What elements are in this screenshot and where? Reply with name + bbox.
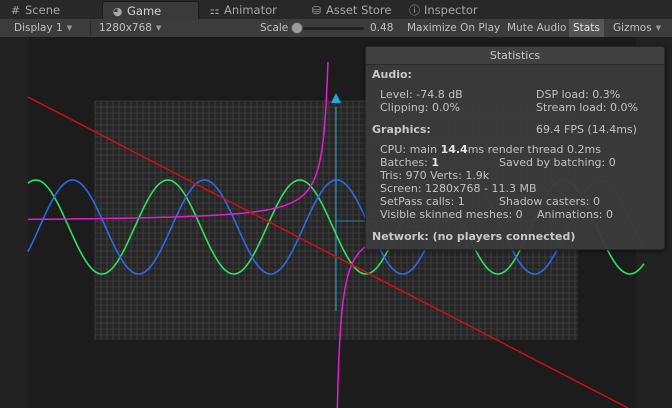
stats-button[interactable]: Stats — [569, 19, 604, 37]
batches-prefix: Batches: — [380, 156, 432, 169]
cpu-suffix: ms render thread 0.2ms — [467, 143, 601, 156]
audio-level: Level: -74.8 dB — [380, 88, 463, 101]
tab-animator[interactable]: ⚏ Animator — [208, 2, 277, 19]
tab-scene[interactable]: # Scene — [9, 2, 60, 19]
asset-store-icon: ⛁ — [311, 4, 322, 17]
cpu-prefix: CPU: main — [380, 143, 441, 156]
graphics-heading: Graphics: — [372, 123, 431, 136]
tab-asset-store[interactable]: ⛁ Asset Store — [310, 2, 392, 19]
gizmos-dropdown[interactable]: Gizmos ▼ — [609, 19, 665, 37]
y-axis-arrowhead — [331, 93, 341, 103]
gizmos-label: Gizmos — [613, 22, 652, 34]
chevron-down-icon: ▼ — [655, 24, 662, 32]
saved-by-batching: Saved by batching: 0 — [499, 156, 616, 169]
tab-inspector[interactable]: ⓘ Inspector — [408, 2, 478, 19]
resolution-label: 1280x768 — [99, 22, 152, 34]
game-toolbar: Display 1 ▼ 1280x768 ▼ Scale 0.48 Maximize… — [0, 19, 672, 38]
audio-clipping: Clipping: 0.0% — [380, 101, 460, 114]
display-label: Display 1 — [14, 22, 63, 34]
visible-skinned-meshes: Visible skinned meshes: 0 — [380, 208, 523, 221]
tris-verts: Tris: 970 Verts: 1.9k — [380, 169, 490, 182]
scale-slider-handle[interactable] — [291, 22, 303, 34]
scale-value: 0.48 — [370, 22, 394, 34]
divider — [90, 21, 91, 35]
tab-label: Animator — [224, 3, 277, 17]
maximize-on-play-button[interactable]: Maximize On Play — [403, 19, 504, 37]
dsp-load: DSP load: 0.3% — [536, 88, 621, 101]
tab-label: Scene — [25, 3, 61, 17]
fps-readout: 69.4 FPS (14.4ms) — [536, 123, 637, 136]
scale-label: Scale — [260, 22, 289, 34]
audio-heading: Audio: — [372, 68, 412, 81]
scene-icon: # — [10, 4, 21, 17]
batches: Batches: 1 — [380, 156, 439, 169]
tab-game[interactable]: ◕ Game — [102, 1, 199, 20]
screen-info: Screen: 1280x768 - 11.3 MB — [380, 182, 537, 195]
cpu-main-value: 14.4 — [440, 143, 468, 156]
statistics-panel: Statistics Audio: Level: -74.8 dB DSP lo… — [365, 46, 665, 250]
tab-label: Inspector — [424, 3, 478, 17]
shadow-casters: Shadow casters: 0 — [499, 195, 600, 208]
batches-value: 1 — [431, 156, 439, 169]
tab-bar: # Scene ◕ Game ⚏ Animator ⛁ Asset Store ⓘ Ins… — [0, 0, 672, 20]
chevron-down-icon: ▼ — [66, 24, 73, 32]
display-dropdown[interactable]: Display 1 ▼ — [14, 19, 72, 37]
chevron-down-icon: ▼ — [155, 24, 162, 32]
tab-label: Asset Store — [326, 3, 392, 17]
inspector-icon: ⓘ — [409, 4, 420, 17]
statistics-title: Statistics — [366, 47, 664, 65]
scale-slider-track[interactable] — [294, 27, 364, 30]
animations-count: Animations: 0 — [537, 208, 614, 221]
animator-icon: ⚏ — [209, 4, 220, 17]
mute-audio-button[interactable]: Mute Audio — [503, 19, 570, 37]
network-status: Network: (no players connected) — [372, 230, 576, 243]
resolution-dropdown[interactable]: 1280x768 ▼ — [99, 19, 161, 37]
setpass-calls: SetPass calls: 1 — [380, 195, 465, 208]
stream-load: Stream load: 0.0% — [536, 101, 638, 114]
tab-label: Game — [127, 4, 162, 18]
cpu-times: CPU: main 14.4ms render thread 0.2ms — [380, 143, 601, 156]
